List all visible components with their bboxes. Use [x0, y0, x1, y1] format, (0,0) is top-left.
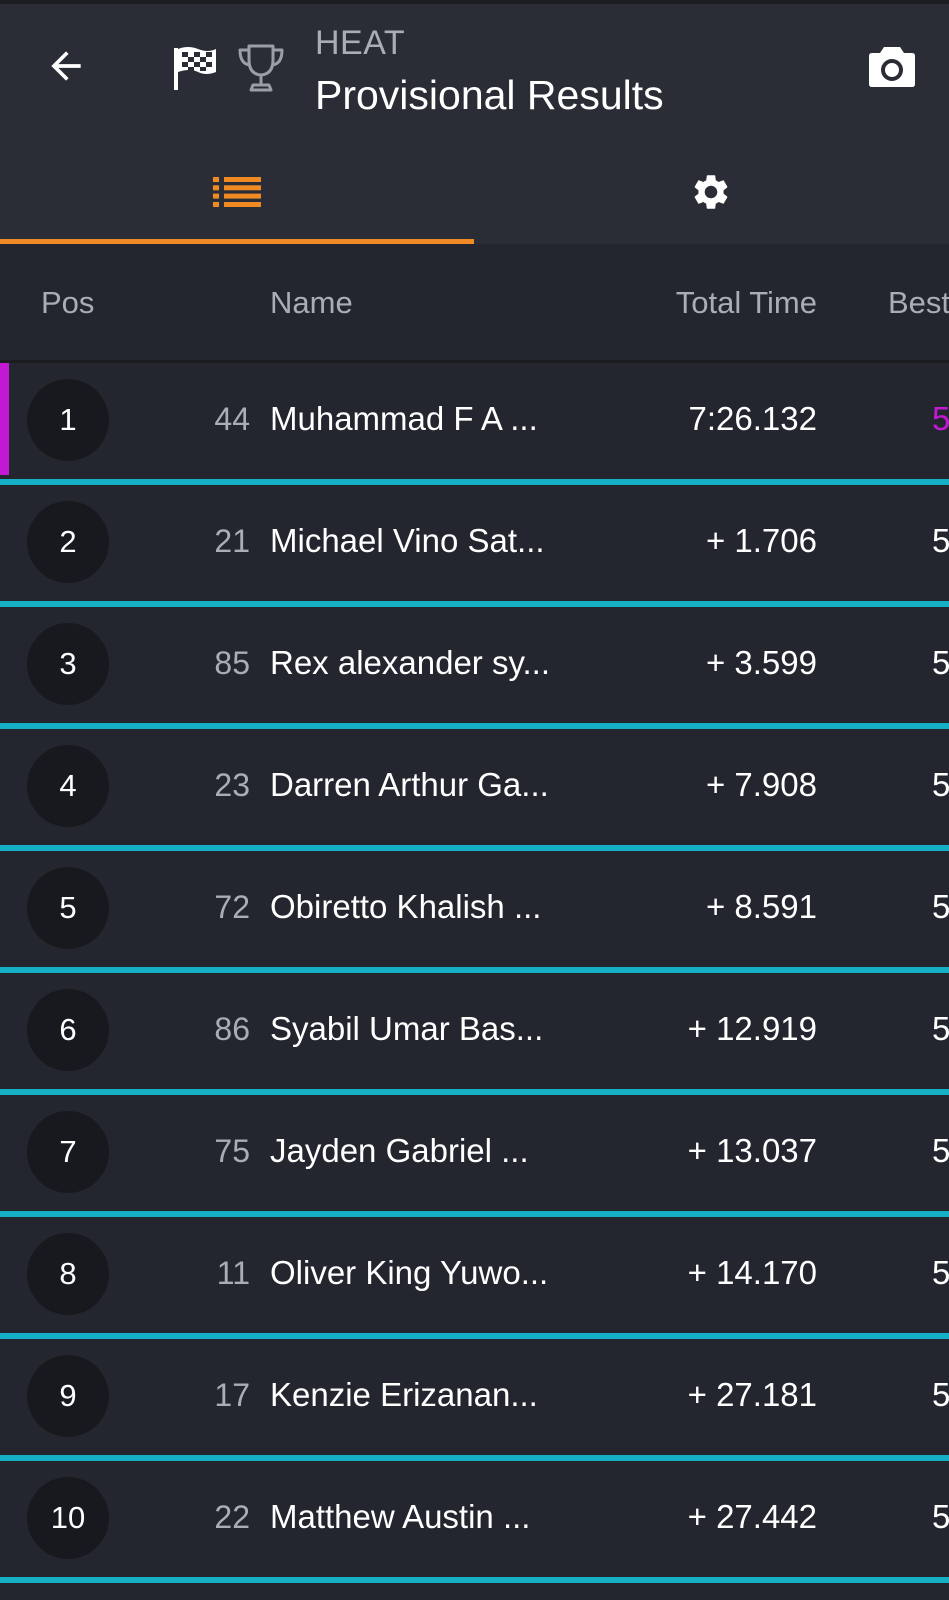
app-header: HEAT Provisional Results: [0, 0, 949, 140]
best-lap: 5: [932, 644, 949, 681]
total-time: + 12.919: [687, 1010, 817, 1047]
gear-icon: [694, 175, 728, 209]
result-row[interactable]: 4 23 Darren Arthur Ga... + 7.908 5: [0, 729, 949, 851]
position-badge: 1: [27, 379, 109, 461]
driver-name: Matthew Austin ...: [270, 1498, 531, 1535]
total-time: 7:26.132: [688, 400, 817, 437]
tab-settings[interactable]: [474, 140, 948, 244]
kart-number: 44: [214, 401, 250, 437]
kart-number: 75: [214, 1133, 250, 1169]
page-title: Provisional Results: [315, 72, 664, 118]
driver-name: Oliver King Yuwo...: [270, 1254, 549, 1291]
camera-icon: [869, 47, 915, 87]
driver-name: Obiretto Khalish ...: [270, 888, 542, 925]
column-header-pos: Pos: [41, 285, 95, 320]
result-row[interactable]: 9 17 Kenzie Erizanan... + 27.181 5: [0, 1339, 949, 1461]
best-lap: 5: [932, 1376, 949, 1413]
result-row[interactable]: 3 85 Rex alexander sy... + 3.599 5: [0, 607, 949, 729]
column-header-total-time: Total Time: [675, 285, 817, 320]
result-row[interactable]: 6 86 Syabil Umar Bas... + 12.919 5: [0, 973, 949, 1095]
driver-name: Darren Arthur Ga...: [270, 766, 549, 803]
trophy-icon: [238, 44, 284, 92]
result-row[interactable]: 8 11 Oliver King Yuwo... + 14.170 5: [0, 1217, 949, 1339]
kart-number: 21: [214, 523, 250, 559]
total-time: + 27.181: [687, 1376, 817, 1413]
best-lap: 5: [932, 1010, 949, 1047]
result-row[interactable]: 5 72 Obiretto Khalish ... + 8.591 5: [0, 851, 949, 973]
driver-name: Syabil Umar Bas...: [270, 1010, 544, 1047]
arrow-left-icon: [51, 51, 81, 81]
position-badge: 4: [27, 745, 109, 827]
camera-button[interactable]: [866, 40, 918, 92]
best-lap: 5: [932, 766, 949, 803]
result-row[interactable]: 7 75 Jayden Gabriel ... + 13.037 5: [0, 1095, 949, 1217]
total-time: + 27.442: [687, 1498, 817, 1535]
result-row[interactable]: 2 21 Michael Vino Sat... + 1.706 5: [0, 485, 949, 607]
driver-name: Jayden Gabriel ...: [270, 1132, 529, 1169]
position-badge: 3: [27, 623, 109, 705]
column-header-name: Name: [270, 285, 353, 320]
results-list: 1 44 Muhammad F A ... 7:26.132 5 2 21 Mi…: [0, 363, 949, 1583]
position-badge: 2: [27, 501, 109, 583]
kart-number: 17: [214, 1377, 250, 1413]
result-row[interactable]: 1 44 Muhammad F A ... 7:26.132 5: [0, 363, 949, 485]
total-time: + 3.599: [705, 644, 817, 681]
result-row[interactable]: 10 22 Matthew Austin ... + 27.442 5: [0, 1461, 949, 1583]
kart-number: 72: [214, 889, 250, 925]
kart-number: 23: [214, 767, 250, 803]
kart-number: 11: [216, 1255, 250, 1291]
position-badge: 6: [27, 989, 109, 1071]
driver-name: Rex alexander sy...: [270, 644, 551, 681]
position-badge: 7: [27, 1111, 109, 1193]
checkered-flag-icon: [174, 47, 216, 90]
total-time: + 1.706: [705, 522, 817, 559]
fastest-lap-marker: [0, 363, 9, 475]
best-lap: 5: [932, 522, 949, 559]
back-button[interactable]: [36, 36, 96, 96]
position-badge: 8: [27, 1233, 109, 1315]
kart-number: 86: [214, 1011, 250, 1047]
best-lap: 5: [932, 1498, 949, 1535]
total-time: + 13.037: [687, 1132, 817, 1169]
driver-name: Michael Vino Sat...: [270, 522, 545, 559]
column-header-best: Best: [888, 285, 949, 320]
position-badge: 9: [27, 1355, 109, 1437]
position-badge: 5: [27, 867, 109, 949]
total-time: + 7.908: [705, 766, 817, 803]
best-lap: 5: [932, 888, 949, 925]
list-icon: [213, 177, 261, 207]
best-lap: 5: [932, 400, 949, 437]
best-lap: 5: [932, 1254, 949, 1291]
total-time: + 8.591: [705, 888, 817, 925]
driver-name: Kenzie Erizanan...: [270, 1376, 538, 1413]
list-bottom: [0, 1583, 949, 1600]
best-lap: 5: [932, 1132, 949, 1169]
driver-name: Muhammad F A ...: [270, 400, 538, 437]
kart-number: 22: [214, 1499, 250, 1535]
status-edge: [0, 0, 949, 4]
tab-bar: [0, 140, 949, 244]
session-type: HEAT: [315, 24, 406, 62]
total-time: + 14.170: [687, 1254, 817, 1291]
results-table-header: Pos Name Total Time Best: [0, 244, 949, 362]
tab-results-list[interactable]: [0, 140, 474, 244]
kart-number: 85: [214, 645, 250, 681]
position-badge: 10: [27, 1477, 109, 1559]
